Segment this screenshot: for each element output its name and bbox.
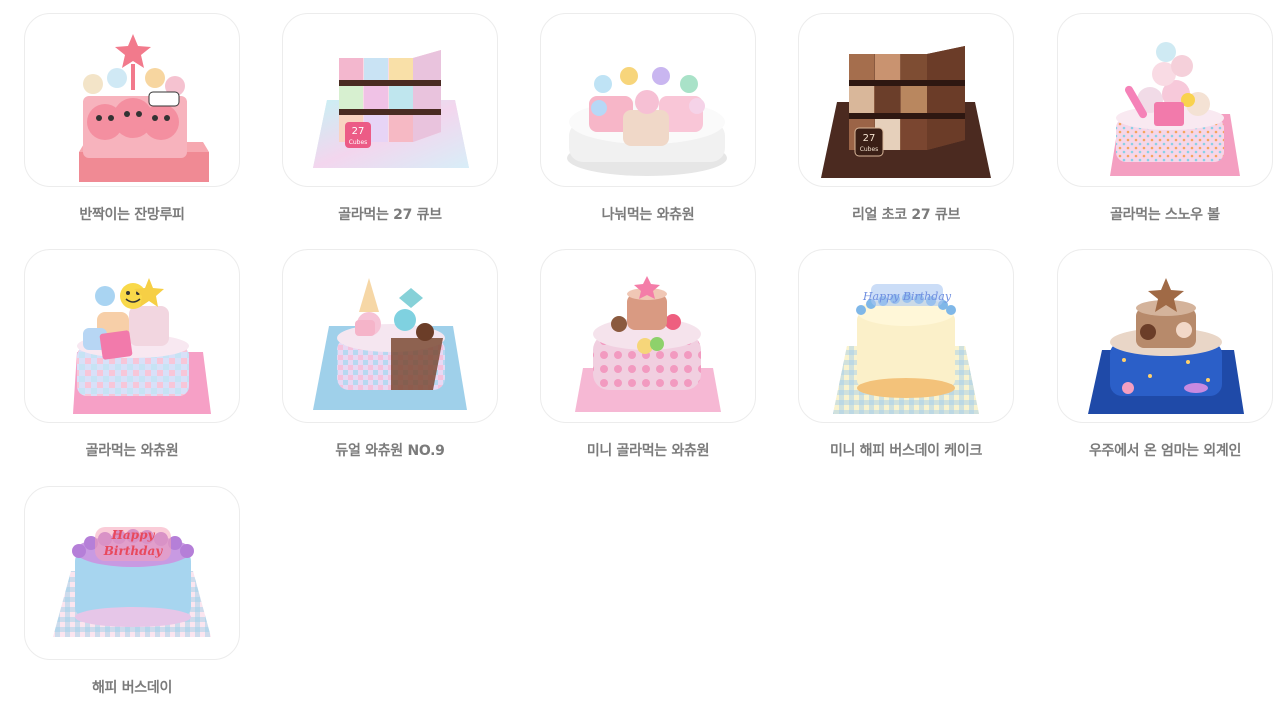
- snowball-cake-icon: [1110, 42, 1240, 176]
- svg-text:Birthday: Birthday: [103, 544, 163, 558]
- product-card[interactable]: 듀얼 와츄원 NO.9: [282, 249, 498, 459]
- product-card[interactable]: 미니 골라먹는 와츄원: [540, 249, 756, 459]
- svg-text:Happy: Happy: [111, 528, 156, 542]
- svg-text:Cubes: Cubes: [860, 146, 879, 153]
- product-image[interactable]: [540, 249, 756, 423]
- product-name[interactable]: 미니 골라먹는 와츄원: [540, 440, 756, 460]
- product-image[interactable]: [24, 249, 240, 423]
- choco-cube-cake-icon: 27 Cubes: [821, 46, 991, 178]
- product-name[interactable]: 골라먹는 와츄원: [24, 440, 240, 460]
- product-image[interactable]: [540, 13, 756, 187]
- product-card[interactable]: 골라먹는 와츄원: [24, 249, 240, 459]
- space-cake-icon: [1088, 278, 1244, 414]
- product-image[interactable]: Happy Birthday: [24, 486, 240, 660]
- product-grid: 반짝이는 잔망루피 27 Cubes 골라먹는 27 큐브 나눠먹는 와츄원 2…: [0, 0, 1288, 705]
- product-image[interactable]: 27 Cubes: [798, 13, 1014, 187]
- product-image[interactable]: [24, 13, 240, 187]
- product-name[interactable]: 듀얼 와츄원 NO.9: [282, 440, 498, 460]
- birthday-cake-icon: Happy Birthday: [53, 527, 211, 637]
- mini-birthday-cake-icon: Happy Birthday: [833, 284, 979, 414]
- product-image[interactable]: Happy Birthday: [798, 249, 1014, 423]
- product-card[interactable]: 반짝이는 잔망루피: [24, 13, 240, 223]
- product-name[interactable]: 나눠먹는 와츄원: [540, 204, 756, 224]
- product-name[interactable]: 미니 해피 버스데이 케이크: [798, 440, 1014, 460]
- product-image[interactable]: [282, 249, 498, 423]
- svg-text:Cubes: Cubes: [349, 139, 368, 146]
- product-image[interactable]: 27 Cubes: [282, 13, 498, 187]
- product-card[interactable]: 골라먹는 스노우 볼: [1057, 13, 1273, 223]
- product-name[interactable]: 우주에서 온 엄마는 외계인: [1057, 440, 1273, 460]
- product-card[interactable]: 27 Cubes 리얼 초코 27 큐브: [798, 13, 1014, 223]
- cube-cake-icon: 27 Cubes: [313, 50, 469, 168]
- loopy-cake-icon: [79, 34, 209, 182]
- product-name[interactable]: 리얼 초코 27 큐브: [798, 204, 1014, 224]
- product-card[interactable]: Happy Birthday 미니 해피 버스데이 케이크: [798, 249, 1014, 459]
- product-image[interactable]: [1057, 249, 1273, 423]
- whatchu-cake-icon: [73, 278, 211, 414]
- product-card[interactable]: Happy Birthday 해피 버스데이: [24, 486, 240, 696]
- svg-text:Happy Birthday: Happy Birthday: [862, 290, 952, 303]
- product-card[interactable]: 27 Cubes 골라먹는 27 큐브: [282, 13, 498, 223]
- dual-cake-icon: [313, 278, 467, 410]
- svg-text:27: 27: [352, 126, 365, 137]
- product-name[interactable]: 골라먹는 27 큐브: [282, 204, 498, 224]
- mini-cake-icon: [575, 276, 721, 412]
- product-card[interactable]: 우주에서 온 엄마는 외계인: [1057, 249, 1273, 459]
- product-card[interactable]: 나눠먹는 와츄원: [540, 13, 756, 223]
- product-name[interactable]: 반짝이는 잔망루피: [24, 204, 240, 224]
- split-cake-icon: [567, 67, 727, 176]
- svg-text:27: 27: [863, 133, 876, 144]
- product-image[interactable]: [1057, 13, 1273, 187]
- product-name[interactable]: 해피 버스데이: [24, 677, 240, 697]
- product-name[interactable]: 골라먹는 스노우 볼: [1057, 204, 1273, 224]
